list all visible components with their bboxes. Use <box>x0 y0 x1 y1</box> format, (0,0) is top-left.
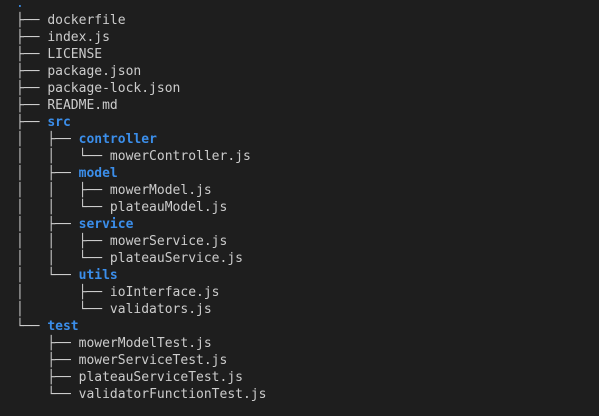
file-name: dockerfile <box>47 13 126 28</box>
file-name: ioInterface.js <box>109 285 220 300</box>
tree-directory-row: │ ├── service <box>16 216 266 233</box>
tree-root-row: . <box>16 0 266 12</box>
root-dir: . <box>16 0 24 11</box>
tree-branch-lines: ├── <box>16 336 79 351</box>
tree-file-row: │ │ └── plateauModel.js <box>16 199 266 216</box>
directory-name: service <box>78 217 134 232</box>
file-name: plateauModel.js <box>109 200 228 215</box>
tree-file-row: │ │ └── plateauService.js <box>16 250 266 267</box>
tree-file-row: ├── package.json <box>16 63 266 80</box>
tree-file-row: ├── index.js <box>16 29 266 46</box>
file-name: package.json <box>47 64 142 79</box>
tree-branch-lines: ├── <box>16 81 48 96</box>
tree-branch-lines: │ │ └── <box>16 251 110 266</box>
tree-file-row: └── validatorFunctionTest.js <box>16 386 266 403</box>
tree-branch-lines: ├── <box>16 64 48 79</box>
tree-file-row: ├── mowerModelTest.js <box>16 335 266 352</box>
tree-file-row: │ └── validators.js <box>16 301 266 318</box>
tree-branch-lines: ├── <box>16 13 48 28</box>
tree-directory-row: └── test <box>16 318 266 335</box>
file-name: mowerServiceTest.js <box>78 353 228 368</box>
tree-branch-lines: ├── <box>16 353 79 368</box>
tree-file-row: │ │ ├── mowerService.js <box>16 233 266 250</box>
tree-branch-lines: ├── <box>16 30 48 45</box>
tree-branch-lines: └── <box>16 387 79 402</box>
tree-branch-lines: │ └── <box>16 302 110 317</box>
tree-branch-lines: │ ├── <box>16 217 79 232</box>
directory-name: controller <box>78 132 157 147</box>
file-name: validatorFunctionTest.js <box>78 387 267 402</box>
file-name: LICENSE <box>47 47 103 62</box>
tree-file-row: ├── plateauServiceTest.js <box>16 369 266 386</box>
tree-file-row: │ │ └── mowerController.js <box>16 148 266 165</box>
tree-file-row: │ │ ├── mowerModel.js <box>16 182 266 199</box>
tree-directory-row: │ └── utils <box>16 267 266 284</box>
tree-branch-lines: │ │ └── <box>16 149 110 164</box>
file-name: mowerService.js <box>109 234 228 249</box>
file-name: plateauService.js <box>109 251 243 266</box>
tree-directory-row: ├── src <box>16 114 266 131</box>
tree-directory-row: │ ├── controller <box>16 131 266 148</box>
tree-branch-lines: ├── <box>16 98 48 113</box>
tree-branch-lines: ├── <box>16 115 48 130</box>
file-name: mowerModel.js <box>109 183 212 198</box>
tree-branch-lines: ├── <box>16 47 48 62</box>
tree-branch-lines: │ ├── <box>16 132 79 147</box>
tree-file-row: ├── README.md <box>16 97 266 114</box>
tree-branch-lines: │ │ ├── <box>16 183 110 198</box>
file-name: mowerController.js <box>109 149 251 164</box>
tree-file-row: ├── mowerServiceTest.js <box>16 352 266 369</box>
directory-name: utils <box>78 268 118 283</box>
file-name: package-lock.json <box>47 81 181 96</box>
directory-name: model <box>78 166 118 181</box>
tree-directory-row: │ ├── model <box>16 165 266 182</box>
tree-file-row: ├── LICENSE <box>16 46 266 63</box>
tree-branch-lines: │ └── <box>16 268 79 283</box>
file-name: plateauServiceTest.js <box>78 370 243 385</box>
tree-file-row: ├── dockerfile <box>16 12 266 29</box>
tree-file-row: ├── package-lock.json <box>16 80 266 97</box>
tree-branch-lines: │ │ └── <box>16 200 110 215</box>
terminal-tree-output: . ├── dockerfile ├── index.js ├── LICENSE ├─… <box>16 0 266 403</box>
file-name: validators.js <box>109 302 212 317</box>
tree-branch-lines: └── <box>16 319 48 334</box>
tree-file-row: │ ├── ioInterface.js <box>16 284 266 301</box>
directory-name: src <box>47 115 71 130</box>
tree-branch-lines: │ ├── <box>16 285 110 300</box>
file-name: index.js <box>47 30 110 45</box>
tree-branch-lines: ├── <box>16 370 79 385</box>
tree-branch-lines: │ ├── <box>16 166 79 181</box>
file-name: README.md <box>47 98 118 113</box>
file-name: mowerModelTest.js <box>78 336 212 351</box>
directory-name: test <box>47 319 79 334</box>
tree-branch-lines: │ │ ├── <box>16 234 110 249</box>
